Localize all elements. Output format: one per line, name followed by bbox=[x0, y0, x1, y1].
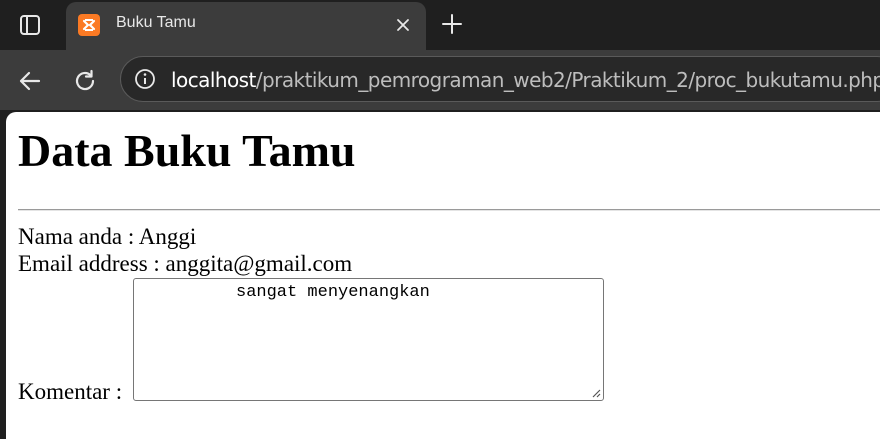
resize-grip-icon[interactable] bbox=[591, 388, 601, 398]
url-host: localhost bbox=[171, 68, 256, 92]
page-title: Data Buku Tamu bbox=[18, 125, 356, 176]
tab-title: Buku Tamu bbox=[116, 14, 196, 31]
horizontal-rule bbox=[18, 209, 880, 211]
reload-icon[interactable] bbox=[70, 66, 100, 96]
url-path: /praktikum_pemrograman_web2/Praktikum_2/… bbox=[255, 68, 880, 92]
page-viewport: Data Buku Tamu Nama anda : Anggi Email a… bbox=[6, 112, 880, 439]
url-text: localhost/praktikum_pemrograman_web2/Pra… bbox=[171, 68, 880, 92]
browser-toolbar: localhost/praktikum_pemrograman_web2/Pra… bbox=[0, 50, 880, 110]
plus-icon[interactable] bbox=[440, 12, 464, 36]
guest-name-line: Nama anda : Anggi bbox=[18, 224, 197, 249]
tab-actions-icon[interactable] bbox=[12, 11, 48, 39]
xampp-favicon-icon bbox=[78, 14, 100, 36]
info-icon[interactable] bbox=[133, 67, 157, 91]
comment-text: sangat menyenangkan bbox=[236, 283, 430, 302]
guest-email-line: Email address : anggita@gmail.com bbox=[18, 251, 353, 276]
address-bar[interactable]: localhost/praktikum_pemrograman_web2/Pra… bbox=[120, 56, 880, 102]
active-tab[interactable]: Buku Tamu bbox=[66, 2, 426, 50]
comment-textarea[interactable]: sangat menyenangkan bbox=[133, 278, 604, 401]
comment-label: Komentar : bbox=[18, 379, 123, 404]
back-arrow-icon[interactable] bbox=[15, 66, 45, 96]
tab-strip: Buku Tamu bbox=[0, 0, 880, 50]
close-icon[interactable] bbox=[392, 14, 414, 36]
